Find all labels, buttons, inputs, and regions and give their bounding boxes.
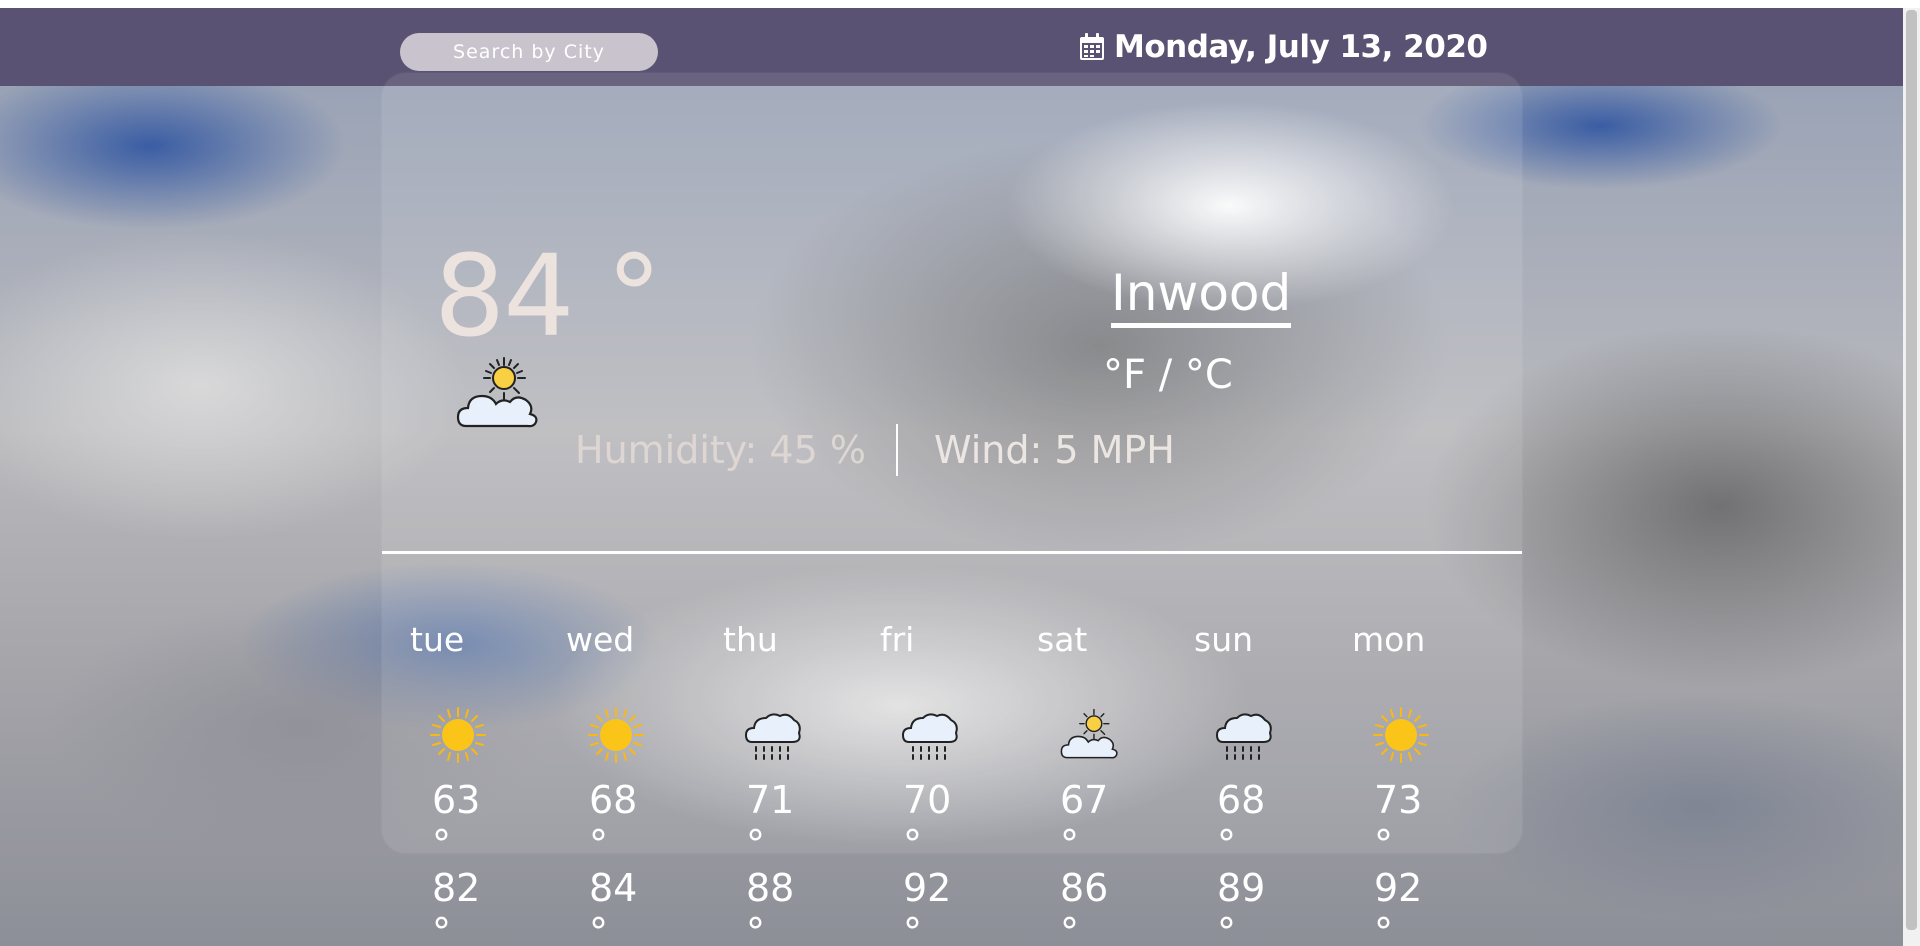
forecast-low-temp: 73 °	[1374, 778, 1423, 866]
forecast-high-temp: 92 °	[1374, 866, 1423, 946]
page: Monday, July 13, 2020 84 ° Inwood °F / °…	[0, 8, 1903, 946]
stats-divider	[895, 424, 898, 476]
forecast-day: wed	[566, 620, 635, 659]
forecast-low-temp: 63 °	[432, 778, 481, 866]
sun-icon	[430, 707, 486, 763]
partly-sunny-icon	[1060, 708, 1118, 759]
forecast-low-temp: 68 °	[1217, 778, 1266, 866]
forecast-low-temp: 71 °	[746, 778, 795, 866]
forecast-high-temp: 82 °	[432, 866, 481, 946]
sun-icon	[588, 707, 644, 763]
units-toggle[interactable]: °F / °C	[1103, 352, 1233, 398]
calendar-icon	[1080, 33, 1104, 60]
rain-cloud-icon	[901, 713, 958, 760]
forecast-day: thu	[723, 620, 778, 659]
forecast-low-temp: 68 °	[589, 778, 638, 866]
forecast-low-temp: 67 °	[1060, 778, 1109, 866]
forecast-high-temp: 92 °	[903, 866, 952, 946]
current-date: Monday, July 13, 2020	[1114, 29, 1488, 65]
current-stats: Humidity: 45 % Wind: 5 MPH	[575, 424, 1175, 476]
forecast-day: sun	[1194, 620, 1254, 659]
rain-cloud-icon	[1215, 713, 1272, 760]
forecast-low-temp: 70 °	[903, 778, 952, 866]
forecast-high-temp: 84 °	[589, 866, 638, 946]
city-search-input[interactable]	[400, 33, 658, 71]
rain-cloud-icon	[744, 713, 801, 760]
date-display: Monday, July 13, 2020	[1078, 29, 1488, 65]
forecast-high-temp: 89 °	[1217, 866, 1266, 946]
forecast-day: fri	[880, 620, 915, 659]
city-name-link[interactable]: Inwood	[1111, 266, 1292, 328]
current-temperature: 84 °	[434, 232, 662, 362]
humidity-readout: Humidity: 45 %	[575, 428, 866, 472]
forecast-day: sat	[1037, 620, 1088, 659]
browser-top-strip	[0, 0, 1920, 8]
forecast-day: mon	[1352, 620, 1426, 659]
sun-icon	[1373, 707, 1429, 763]
partly-sunny-icon	[456, 357, 538, 428]
forecast-high-temp: 88 °	[746, 866, 795, 946]
scrollbar-thumb[interactable]	[1906, 10, 1917, 930]
wind-readout: Wind: 5 MPH	[933, 428, 1175, 472]
card-divider	[382, 551, 1522, 554]
forecast-day: tue	[410, 620, 465, 659]
forecast-high-temp: 86 °	[1060, 866, 1109, 946]
